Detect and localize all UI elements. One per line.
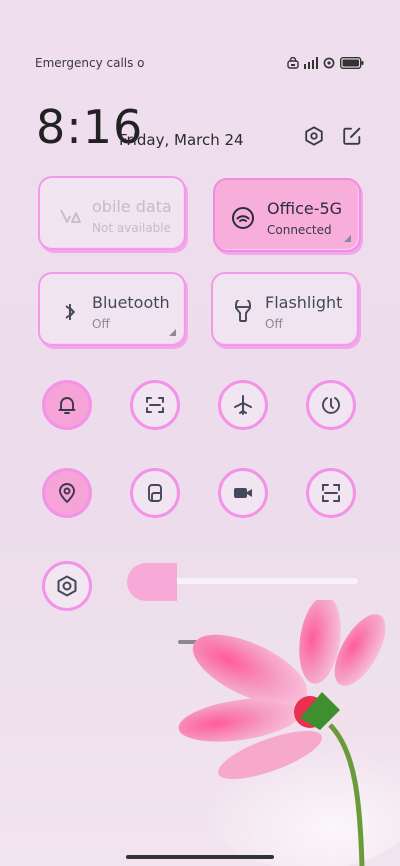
bluetooth-icon bbox=[65, 304, 75, 320]
tile-status: Not available bbox=[92, 221, 172, 235]
expand-corner-icon bbox=[169, 329, 176, 336]
brightness-slider-fill[interactable] bbox=[127, 563, 177, 601]
lock-rotation-toggle[interactable] bbox=[306, 380, 356, 430]
location-icon bbox=[59, 483, 75, 503]
flower-wallpaper bbox=[178, 600, 400, 866]
settings-icon bbox=[57, 575, 77, 597]
ring-toggle[interactable] bbox=[42, 380, 92, 430]
video-icon bbox=[234, 488, 252, 498]
bell-icon bbox=[58, 397, 76, 414]
expand-corner-icon bbox=[344, 235, 351, 242]
scanner-toggle[interactable] bbox=[306, 468, 356, 518]
mobile-data-icon bbox=[60, 209, 81, 223]
wifi-tile[interactable]: Office-5G Connected bbox=[213, 178, 361, 252]
date: Friday, March 24 bbox=[119, 131, 244, 149]
tile-label: Office-5G bbox=[267, 199, 343, 218]
mobile-data-tile[interactable]: obile data Not available bbox=[38, 176, 186, 250]
status-text: Emergency calls o bbox=[35, 56, 145, 70]
tile-status: Off bbox=[265, 317, 283, 331]
system-icons bbox=[287, 57, 364, 69]
location-toggle[interactable] bbox=[42, 468, 92, 518]
screenshot-icon bbox=[146, 397, 164, 413]
brightness-settings-button[interactable] bbox=[42, 561, 92, 611]
wifi-icon bbox=[232, 207, 254, 229]
screenshot-toggle[interactable] bbox=[130, 380, 180, 430]
tile-status: Off bbox=[92, 317, 110, 331]
tile-label: Flashlight bbox=[265, 293, 343, 312]
settings-icon[interactable] bbox=[303, 125, 325, 147]
bluetooth-tile[interactable]: Bluetooth Off bbox=[38, 272, 186, 346]
tile-status: Connected bbox=[267, 223, 332, 237]
tile-label: Bluetooth bbox=[92, 293, 170, 312]
airplane-toggle[interactable] bbox=[218, 380, 268, 430]
flashlight-tile[interactable]: Flashlight Off bbox=[211, 272, 359, 346]
vpn-icon bbox=[287, 57, 299, 69]
screen-cast-toggle[interactable] bbox=[130, 468, 180, 518]
airplane-icon bbox=[234, 395, 252, 415]
hotspot-icon bbox=[323, 57, 335, 69]
lock-rotation-icon bbox=[322, 397, 340, 414]
scan-icon bbox=[322, 484, 340, 502]
battery-icon bbox=[340, 57, 364, 69]
navigation-bar[interactable] bbox=[126, 855, 274, 859]
screen-cast-icon bbox=[148, 484, 162, 502]
signal-icon bbox=[304, 57, 318, 69]
tile-label: obile data bbox=[92, 197, 172, 216]
flashlight-icon bbox=[235, 300, 251, 322]
edit-icon[interactable] bbox=[341, 125, 363, 147]
screen-recorder-toggle[interactable] bbox=[218, 468, 268, 518]
